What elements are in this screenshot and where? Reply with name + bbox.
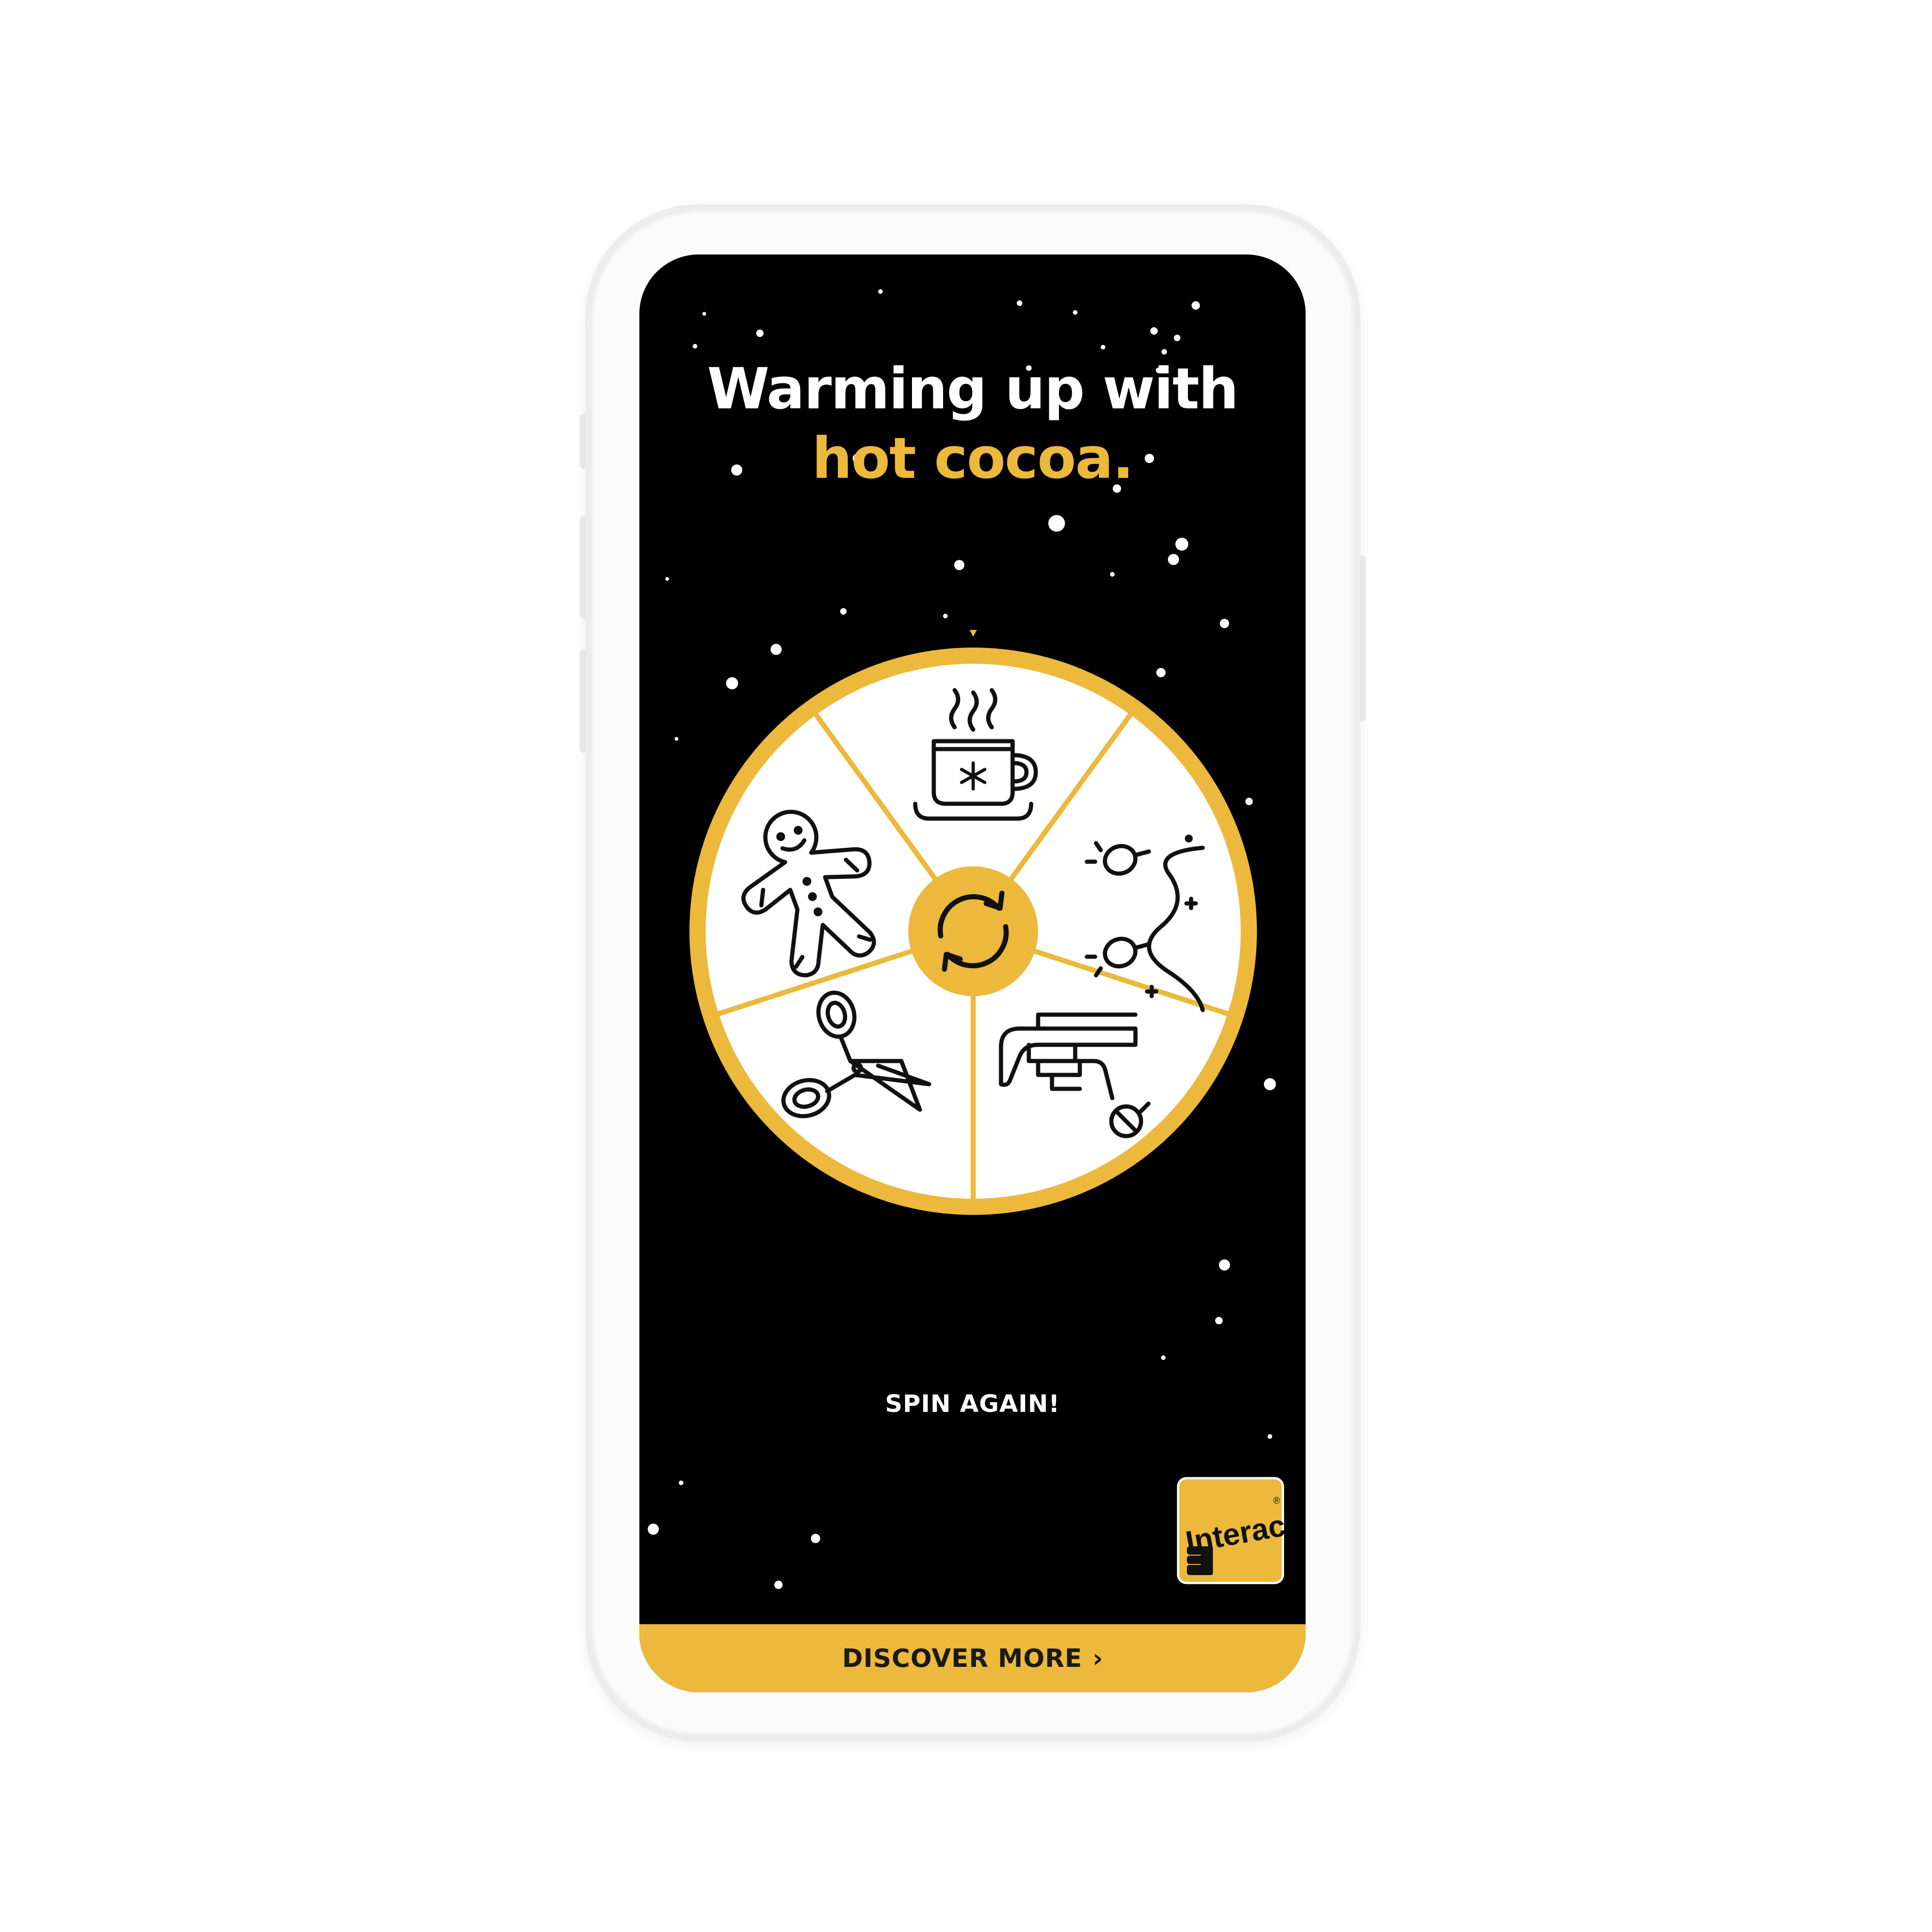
- discover-more-button[interactable]: DISCOVER MORE ›: [639, 1624, 1306, 1692]
- map-pin-icon: [969, 630, 977, 637]
- spin-again-link[interactable]: SPIN AGAIN!: [639, 1390, 1306, 1418]
- registered-mark: ®: [1273, 1496, 1280, 1506]
- headline-line-1: Warming up with: [707, 356, 1239, 422]
- spin-wheel[interactable]: [672, 630, 1275, 1233]
- chevron-right-icon: ›: [1092, 1644, 1103, 1673]
- spin-wheel-graphic: [689, 630, 1257, 1215]
- headline: Warming up with hot cocoa.: [639, 354, 1306, 493]
- headline-line-2: hot cocoa.: [812, 426, 1134, 491]
- hand-icon: [1187, 1546, 1213, 1575]
- phone-screen: Warming up with hot cocoa. SPIN AGAIN! I…: [639, 254, 1306, 1692]
- discover-more-label: DISCOVER MORE: [842, 1644, 1083, 1673]
- interac-logo: Interac ®: [1177, 1477, 1288, 1584]
- spin-button[interactable]: [908, 866, 1038, 996]
- interac-logo-graphic: Interac ®: [1177, 1477, 1288, 1584]
